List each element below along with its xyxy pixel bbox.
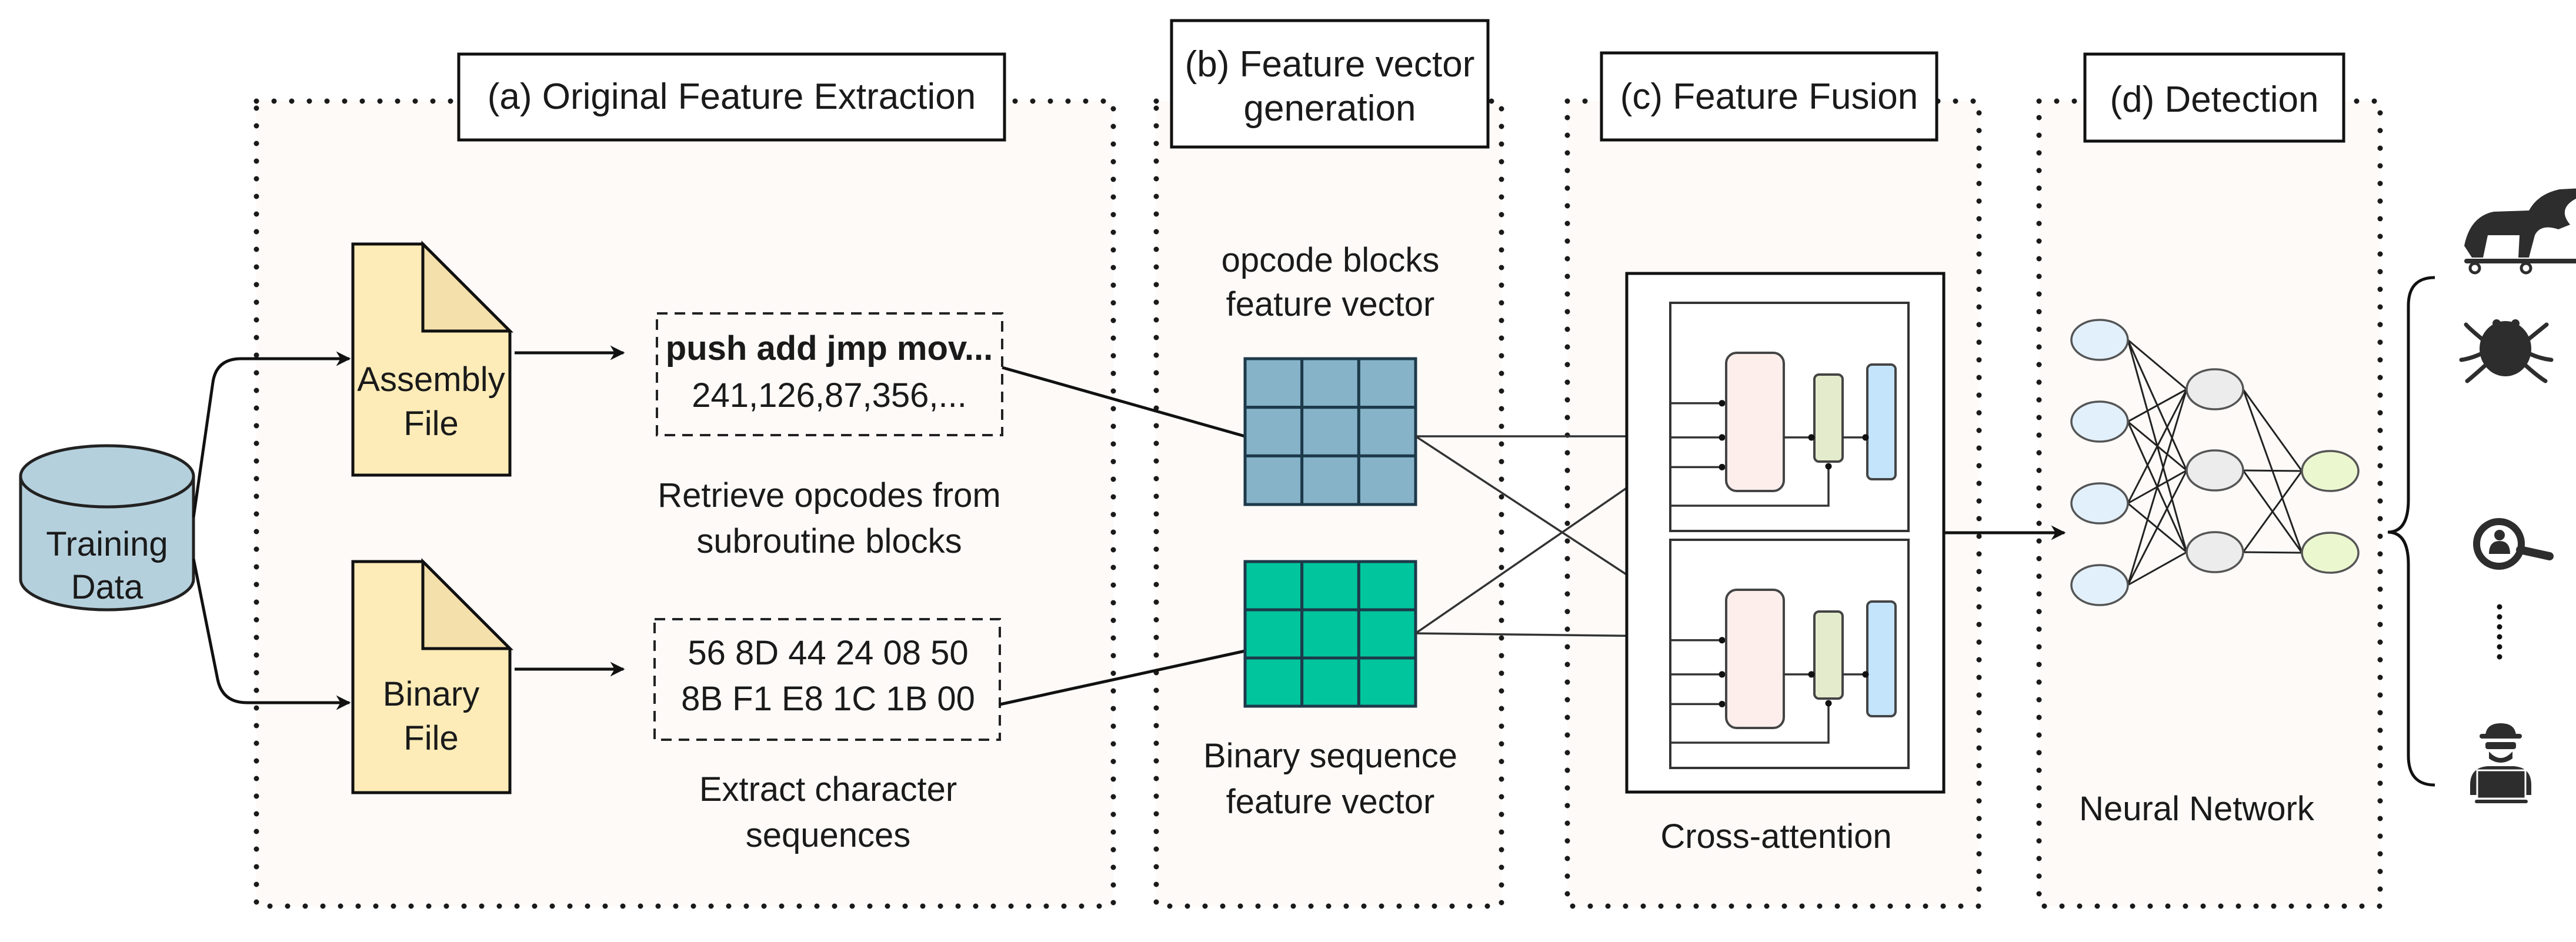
attention-block — [1669, 302, 1910, 532]
opcode-feature-vector-grid — [1243, 357, 1417, 506]
attention-layer — [1725, 589, 1785, 729]
nn-neuron — [2185, 531, 2244, 573]
nn-neuron — [2185, 368, 2244, 410]
grid-cell — [1300, 608, 1360, 660]
malware-detection-pipeline-diagram: (a) Original Feature Extraction (b) Feat… — [19, 19, 2576, 909]
panel-a-title: (a) Original Feature Extraction — [457, 52, 1006, 142]
bug-icon — [2459, 319, 2554, 383]
nn-neuron — [2185, 449, 2244, 492]
grid-cell — [1357, 357, 1417, 409]
grid-cell — [1357, 406, 1417, 457]
bytes-caption-line2: sequences — [746, 816, 911, 854]
grid-cell — [1243, 656, 1304, 708]
nn-neuron — [2301, 450, 2360, 492]
grid-cell — [1243, 357, 1304, 409]
byte-sequence-line2: 8B F1 E8 1C 1B 00 — [681, 680, 975, 718]
assembly-file-label-line1: Assembly — [357, 360, 505, 399]
nn-neuron — [2070, 564, 2129, 606]
training-data-label-line1: Training — [46, 525, 168, 563]
cross-attention-caption: Cross-attention — [1660, 817, 1891, 856]
binary-feature-vector-grid — [1243, 560, 1417, 708]
bytes-caption-line1: Extract character — [699, 770, 957, 809]
output-brace — [2387, 276, 2435, 787]
add-norm-layer — [1813, 610, 1844, 700]
spyware-search-icon — [2473, 518, 2554, 570]
panel-b-title: (b) Feature vector generation — [1170, 19, 1490, 149]
ellipsis-icon — [2497, 604, 2502, 660]
opcode-caption-line1: Retrieve opcodes from — [658, 476, 1000, 515]
feed-forward-layer — [1866, 363, 1897, 480]
panel-a-title-text: (a) Original Feature Extraction — [488, 76, 976, 117]
panel-c-title: (c) Feature Fusion — [1600, 51, 1938, 142]
opcode-vector-caption-line2: feature vector — [1226, 285, 1435, 323]
grid-cell — [1357, 560, 1417, 612]
grid-cell — [1243, 560, 1304, 612]
training-data-label-line2: Data — [71, 568, 144, 606]
neural-network-caption: Neural Network — [2079, 790, 2315, 828]
binary-vector-caption-line1: Binary sequence — [1203, 737, 1457, 775]
byte-sequence-line1: 56 8D 44 24 08 50 — [688, 634, 968, 672]
grid-cell — [1243, 608, 1304, 660]
grid-cell — [1300, 560, 1360, 612]
opcode-sequence-line1: push add jmp mov... — [666, 329, 993, 368]
nn-neuron — [2301, 532, 2360, 574]
binary-file-label-line2: File — [403, 719, 458, 757]
binary-file-label-line1: Binary — [383, 675, 479, 713]
cross-attention-module — [1625, 272, 1946, 794]
nn-neuron — [2070, 319, 2129, 361]
hacker-icon — [2470, 723, 2531, 803]
nn-neuron — [2070, 482, 2129, 525]
add-norm-layer — [1813, 373, 1844, 463]
grid-cell — [1357, 608, 1417, 660]
feed-forward-layer — [1866, 600, 1897, 717]
grid-cell — [1300, 656, 1360, 708]
nn-connection — [2243, 551, 2303, 554]
grid-cell — [1300, 454, 1360, 506]
grid-cell — [1300, 406, 1360, 457]
opcode-vector-caption-line1: opcode blocks — [1222, 241, 1440, 279]
grid-cell — [1243, 406, 1304, 457]
grid-cell — [1300, 357, 1360, 409]
attention-block — [1669, 539, 1910, 769]
trojan-horse-icon — [2464, 188, 2576, 275]
panel-c-title-text: (c) Feature Fusion — [1620, 76, 1918, 117]
nn-connection — [2243, 469, 2303, 472]
panel-b-title-line1: (b) Feature vector — [1185, 44, 1475, 85]
nn-neuron — [2070, 400, 2129, 443]
grid-cell — [1357, 656, 1417, 708]
panel-d-title: (d) Detection — [2083, 52, 2345, 143]
assembly-file-label-line2: File — [403, 405, 458, 443]
grid-cell — [1243, 454, 1304, 506]
opcode-caption-line2: subroutine blocks — [696, 522, 962, 560]
attention-layer — [1725, 352, 1785, 492]
grid-cell — [1357, 454, 1417, 506]
panel-d-title-text: (d) Detection — [2110, 79, 2319, 120]
panel-b-title-line2: generation — [1243, 88, 1416, 129]
binary-vector-caption-line2: feature vector — [1226, 783, 1435, 821]
opcode-sequence-line2: 241,126,87,356,... — [692, 376, 967, 415]
training-data-cylinder: Training Data — [19, 444, 195, 612]
